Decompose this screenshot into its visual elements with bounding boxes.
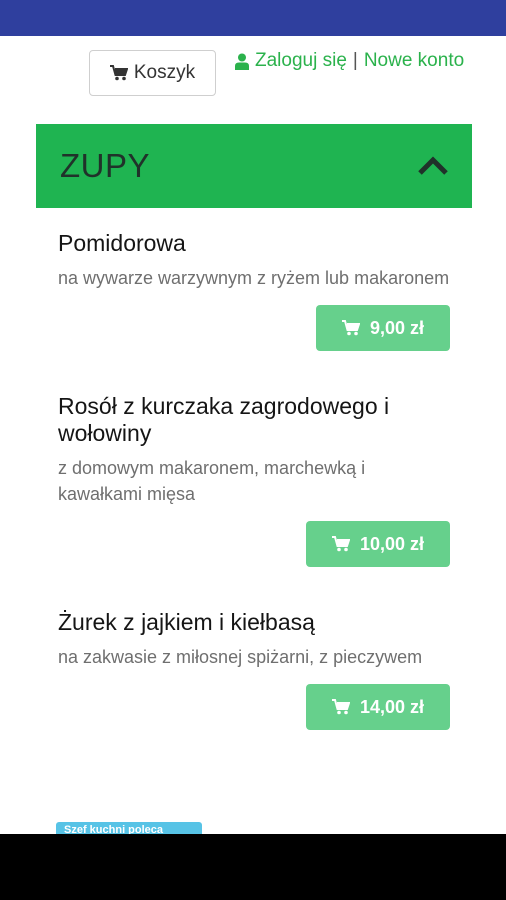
list-item: Rosół z kurczaka zagrodowego i wołowiny … <box>36 351 472 567</box>
item-name: Pomidorowa <box>58 230 186 256</box>
cart-button[interactable]: Koszyk <box>89 50 216 96</box>
menu-item-list: Pomidorowa na wywarze warzywnym z ryżem … <box>36 208 472 730</box>
item-name: Żurek z jajkiem i kiełbasą <box>58 609 315 635</box>
add-to-cart-button[interactable]: 10,00 zł <box>305 521 450 567</box>
item-description: na zakwasie z miłosnej spiżarni, z piecz… <box>58 647 423 667</box>
shopping-cart-icon <box>331 536 350 552</box>
item-price: 9,00 zł <box>369 317 424 338</box>
shopping-cart-icon <box>331 699 350 715</box>
login-link[interactable]: Zaloguj się <box>255 50 347 72</box>
item-price: 14,00 zł <box>359 696 424 717</box>
add-to-cart-button[interactable]: 14,00 zł <box>305 684 450 730</box>
shopping-cart-icon <box>341 320 360 336</box>
cart-label: Koszyk <box>133 62 196 83</box>
section-title: ZUPY <box>60 147 151 184</box>
item-description: na wywarze warzywnym z ryżem lub makaron… <box>58 268 450 288</box>
user-icon <box>235 53 249 70</box>
section-header-zupy[interactable]: ZUPY <box>36 124 472 208</box>
list-item: Pomidorowa na wywarze warzywnym z ryżem … <box>36 208 472 351</box>
status-bar <box>0 0 506 36</box>
item-description: z domowym makaronem, marchewką i kawałka… <box>58 458 366 504</box>
shopping-cart-icon <box>109 65 128 81</box>
chevron-up-icon[interactable] <box>418 156 448 176</box>
auth-links: Zaloguj się | Nowe konto <box>235 50 464 72</box>
add-to-cart-button[interactable]: 9,00 zł <box>315 305 450 351</box>
navigation-bar <box>0 834 506 900</box>
list-item: Żurek z jajkiem i kiełbasą na zakwasie z… <box>36 567 472 730</box>
auth-separator: | <box>352 50 358 71</box>
item-name: Rosół z kurczaka zagrodowego i wołowiny <box>58 393 390 446</box>
item-price: 10,00 zł <box>359 533 424 554</box>
top-bar: Koszyk Zaloguj się | Nowe konto <box>0 36 506 124</box>
register-link[interactable]: Nowe konto <box>364 50 464 72</box>
